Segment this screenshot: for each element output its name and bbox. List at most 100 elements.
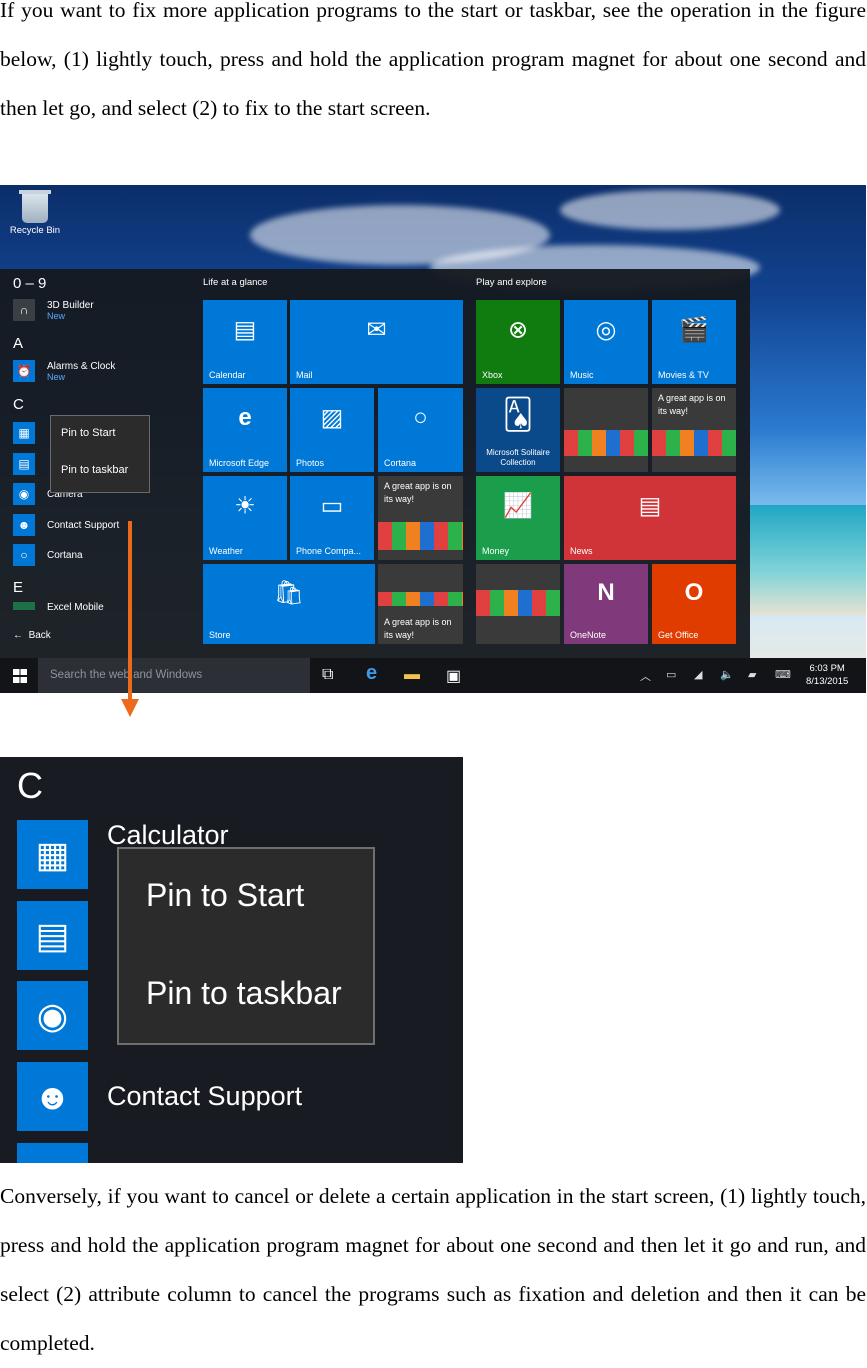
windows-start-icon[interactable] (13, 669, 27, 683)
tile-promo-games[interactable] (476, 564, 560, 644)
calendar-icon: ▤ (233, 316, 257, 344)
wifi-icon[interactable]: ◢ (694, 668, 702, 681)
app-excel-mobile[interactable]: Excel Mobile (13, 602, 104, 610)
group-header-e[interactable]: E (13, 579, 23, 596)
music-disc-icon: ◎ (595, 316, 617, 344)
battery-icon[interactable]: ▭ (666, 668, 676, 681)
promo-text: A great app is on its way! (384, 617, 452, 640)
tile-money[interactable]: 📈 Money (476, 476, 560, 560)
promo-text: A great app is on its way! (384, 481, 452, 504)
app-calendar[interactable]: ▤ (13, 453, 47, 475)
notification-icon[interactable]: ▰ (748, 668, 756, 681)
cortana-icon: ○ (13, 544, 35, 566)
tile-promo-games[interactable] (564, 388, 648, 472)
recycle-bin[interactable]: Recycle Bin (6, 190, 64, 236)
keyboard-icon[interactable]: ⌨ (775, 668, 791, 681)
tile-label: Movies & TV (658, 370, 709, 380)
clock-time: 6:03 PM (809, 663, 845, 674)
tile-weather[interactable]: ☀ Weather (203, 476, 287, 560)
app-alarms-clock[interactable]: ⏰ Alarms & Clock New (13, 360, 115, 382)
app-new-badge: New (47, 310, 66, 321)
tile-photos[interactable]: ▨ Photos (290, 388, 374, 472)
group-header-c[interactable]: C (13, 396, 24, 413)
edge-icon[interactable]: e (366, 662, 377, 685)
cloud (560, 190, 780, 230)
app-name: Cortana (47, 549, 83, 561)
tile-movies-tv[interactable]: 🎬 Movies & TV (652, 300, 736, 384)
tile-label: Photos (296, 458, 325, 468)
clock[interactable]: 6:03 PM 8/13/2015 (806, 662, 848, 688)
back-label: Back (28, 630, 51, 641)
tile-label: Microsoft Solitaire Collection (486, 448, 550, 467)
task-view-icon[interactable]: ⧉ (322, 666, 333, 684)
app-contact-support[interactable]: ☻ Contact Support (13, 514, 119, 536)
onenote-icon: N (597, 578, 615, 606)
calculator-icon: ▦ (13, 422, 35, 444)
promo-app-icons (564, 430, 648, 456)
group-header-09[interactable]: 0 – 9 (13, 275, 46, 292)
store-icon[interactable]: ▣ (446, 666, 461, 686)
cortana-icon: ○ (413, 404, 428, 432)
tile-edge[interactable]: e Microsoft Edge (203, 388, 287, 472)
excel-icon (13, 602, 35, 610)
file-explorer-icon[interactable]: ▬ (404, 666, 420, 684)
tile-get-office[interactable]: O Get Office (652, 564, 736, 644)
tile-solitaire[interactable]: 🂡 Microsoft Solitaire Collection (476, 388, 560, 472)
app-name: Contact Support (47, 519, 120, 531)
app-cortana[interactable]: ○ Cortana (13, 544, 83, 566)
tile-mail[interactable]: ✉ Mail (290, 300, 463, 384)
outro-text: Conversely, if you want to cancel or del… (0, 1172, 866, 1368)
app-name: Excel Mobile (47, 602, 104, 610)
section-play-and-explore: Play and explore (476, 277, 547, 288)
pin-to-start-item[interactable]: Pin to Start (61, 427, 115, 439)
tile-store[interactable]: 🛍 Store (203, 564, 375, 644)
tile-music[interactable]: ◎ Music (564, 300, 648, 384)
tile-cortana[interactable]: ○ Cortana (378, 388, 463, 472)
office-icon: O (684, 578, 704, 606)
calendar-icon: ▤ (17, 901, 88, 970)
tile-phone-companion[interactable]: ▭ Phone Compa... (290, 476, 374, 560)
tile-promo[interactable]: A great app is on its way! (378, 564, 463, 644)
tile-promo[interactable]: A great app is on its way! (378, 476, 463, 560)
tile-promo[interactable]: A great app is on its way! (652, 388, 736, 472)
group-header-a[interactable]: A (13, 335, 23, 352)
contact-support-label: Contact Support (107, 1081, 303, 1111)
search-box[interactable]: Search the web and Windows (38, 658, 310, 693)
clock-date: 8/13/2015 (806, 676, 849, 687)
pin-to-start-item[interactable]: Pin to Start (146, 877, 304, 914)
app-name: Alarms & Clock (47, 360, 116, 372)
tile-label: Cortana (384, 458, 417, 468)
tile-label: Xbox (482, 370, 503, 380)
down-arrow-indicator (121, 521, 139, 717)
camera-icon: ◉ (13, 483, 35, 505)
app-new-badge: New (47, 371, 66, 382)
contact-support-icon: ☻ (13, 514, 35, 536)
pin-to-taskbar-item[interactable]: Pin to taskbar (146, 975, 342, 1012)
camera-icon: ◉ (17, 981, 88, 1050)
chevron-up-icon[interactable]: ︿ (640, 668, 651, 684)
app-3d-builder[interactable]: ∩ 3D Builder New (13, 299, 94, 321)
mail-icon: ✉ (366, 316, 387, 344)
calculator-icon: ▦ (17, 820, 88, 889)
app-calculator[interactable]: ▦ (13, 422, 47, 444)
tile-xbox[interactable]: ⊗ Xbox (476, 300, 560, 384)
back-button[interactable]: ← Back (13, 630, 51, 641)
tile-label: Microsoft Edge (209, 458, 270, 468)
tile-news[interactable]: ▤ News (564, 476, 736, 560)
tile-label: Mail (296, 370, 313, 380)
tile-label: Music (570, 370, 594, 380)
contact-support-icon: ☻ (17, 1062, 88, 1131)
intro-paragraph: If you want to fix more application prog… (0, 0, 866, 120)
pin-to-taskbar-item[interactable]: Pin to taskbar (61, 464, 128, 476)
promo-text: A great app is on its way! (658, 393, 726, 416)
volume-icon[interactable]: 🔈 (720, 668, 734, 681)
intro-text: If you want to fix more application prog… (0, 0, 866, 133)
clapperboard-icon: 🎬 (679, 316, 709, 344)
tile-calendar[interactable]: ▤ Calendar (203, 300, 287, 384)
promo-app-icons (378, 592, 463, 606)
tile-label: News (570, 546, 593, 556)
section-life-at-a-glance: Life at a glance (203, 277, 268, 288)
context-menu: Pin to Start Pin to taskbar (50, 415, 150, 493)
tile-onenote[interactable]: N OneNote (564, 564, 648, 644)
calendar-icon: ▤ (13, 453, 35, 475)
